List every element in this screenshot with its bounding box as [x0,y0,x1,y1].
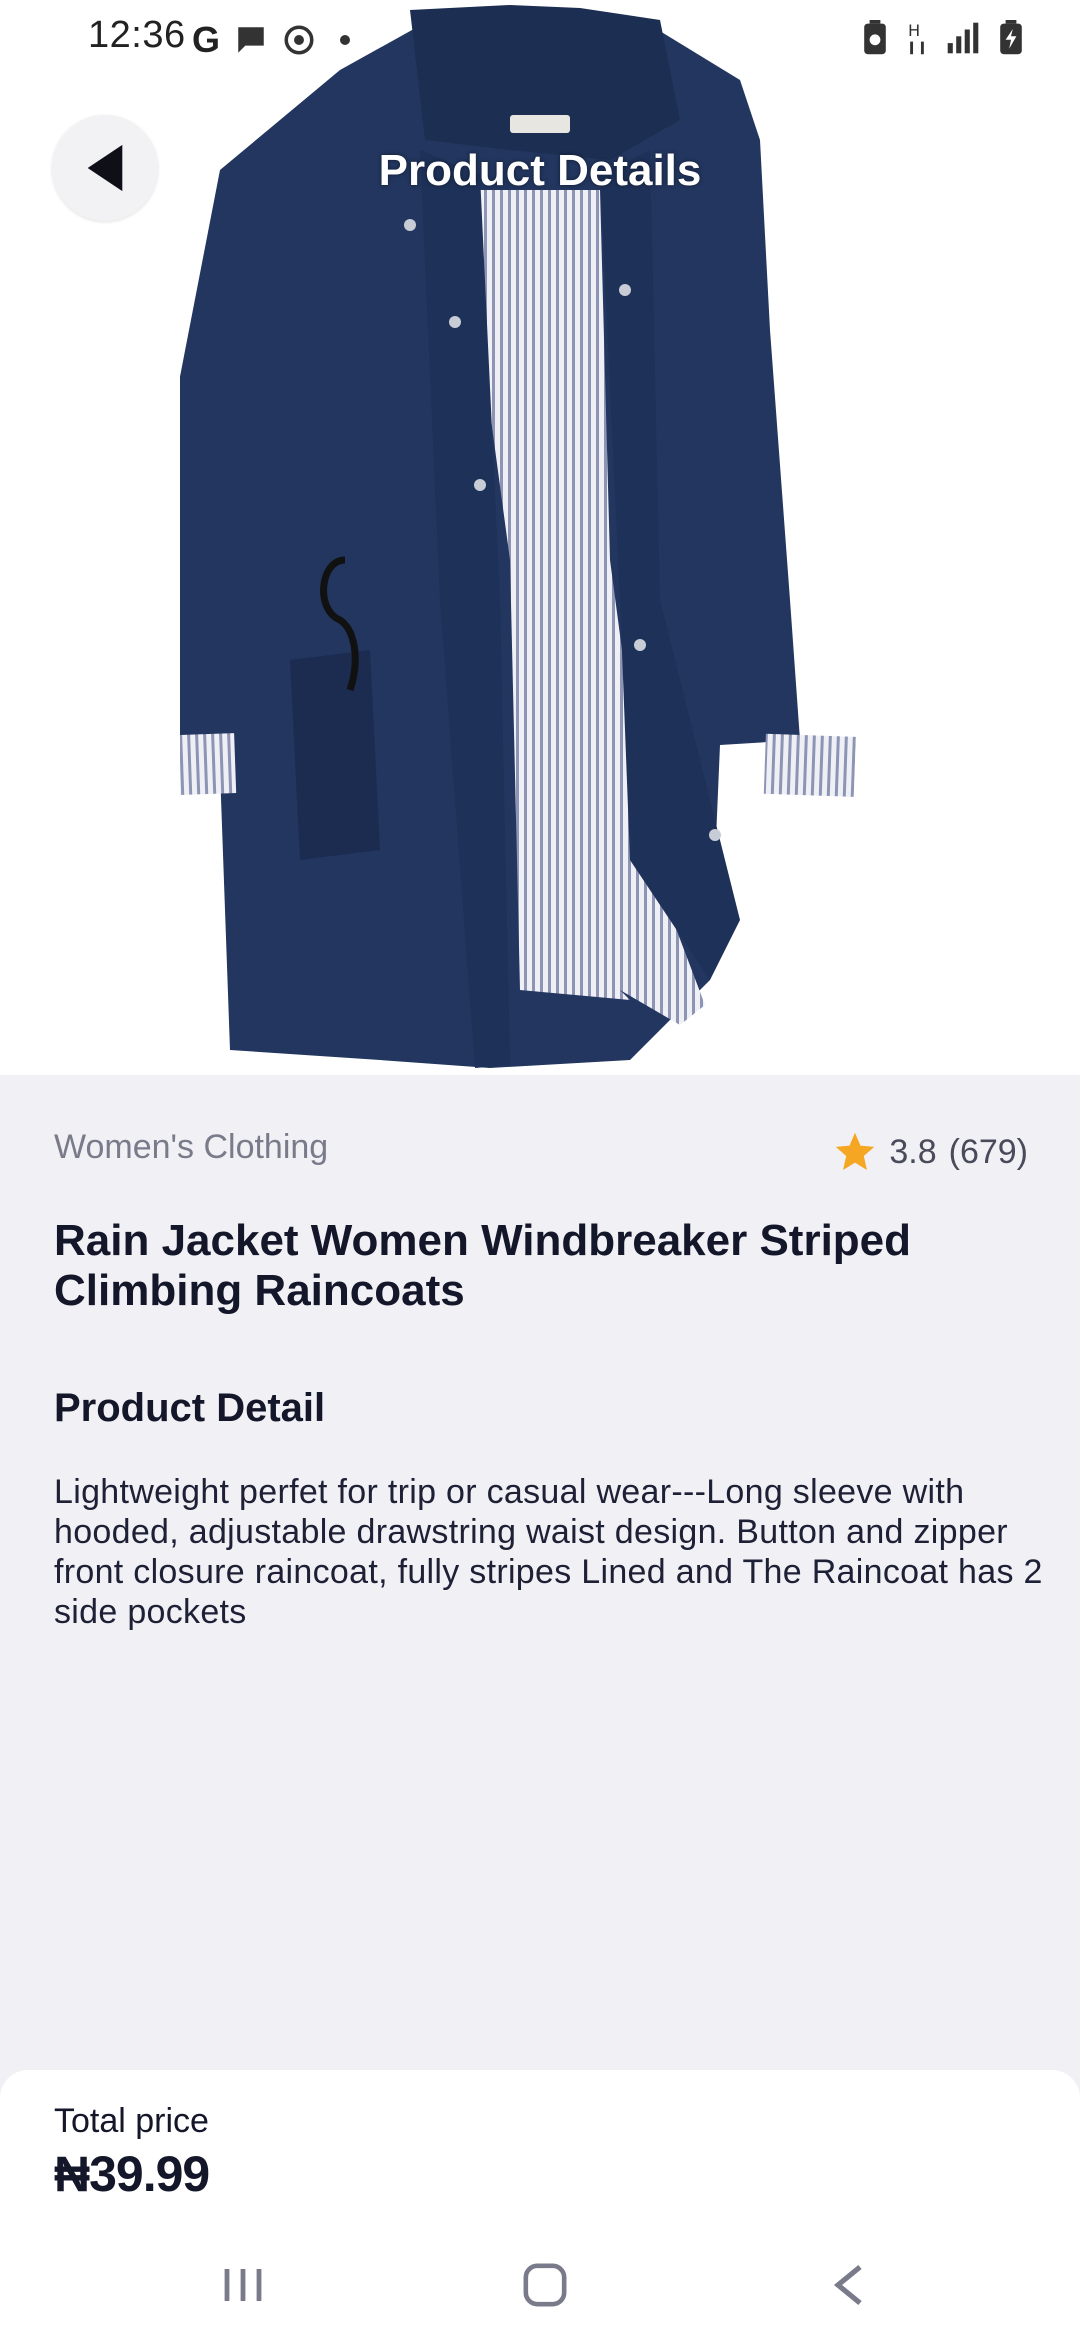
sync-icon [284,25,314,55]
star-icon [836,1132,875,1170]
product-name: Rain Jacket Women Windbreaker Striped Cl… [54,1216,912,1315]
rating-value: 3.8 [889,1132,937,1171]
recents-button[interactable] [203,2250,283,2320]
network-h-icon: H [908,21,924,55]
svg-text:H: H [908,21,920,40]
product-description: Lightweight perfet for trip or casual we… [54,1473,1043,1631]
home-icon [523,2263,567,2307]
product-detail-heading: Product Detail [54,1386,326,1430]
notification-dot-icon [340,35,351,45]
total-price-label: Total price [54,2102,209,2140]
status-bar: 12:36 G H [0,0,1080,80]
system-nav-bar [0,2230,1080,2340]
home-button[interactable] [505,2250,585,2320]
status-right-icons: H [862,20,1024,56]
signal-icon [947,22,979,54]
total-price-value: ₦39.99 [54,2146,210,2202]
battery-saver-icon [864,20,886,55]
review-count: (679) [948,1132,1028,1171]
product-category: Women's Clothing [54,1128,329,1166]
back-icon [833,2264,862,2306]
page-title: Product Details [378,146,702,195]
recents-icon [224,2269,262,2301]
status-time: 12:36 [88,14,186,56]
nav-back-button[interactable] [808,2250,888,2320]
battery-charging-icon [1000,20,1022,55]
status-left-icons: G [192,19,351,60]
product-rating: 3.8 (679) [833,1130,1028,1174]
message-icon [238,27,264,53]
google-icon: G [192,19,221,60]
